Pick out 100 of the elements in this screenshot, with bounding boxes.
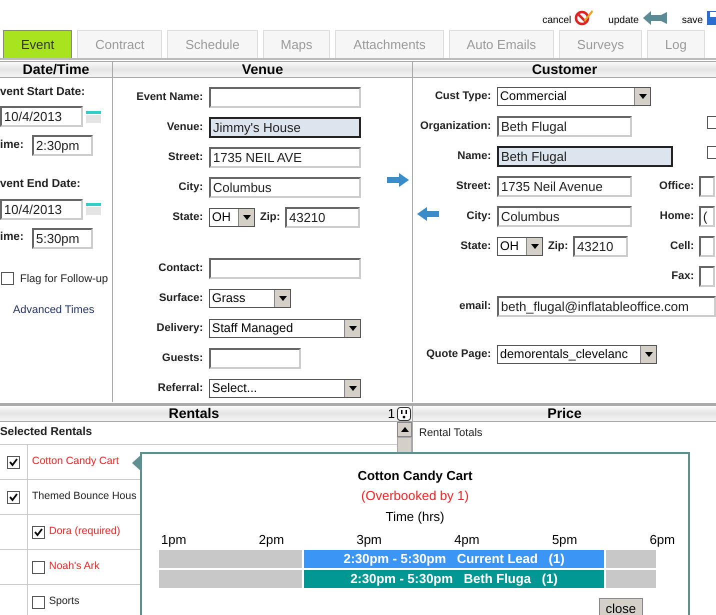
rental-item[interactable]: Themed Bounce Hous bbox=[32, 489, 136, 505]
input-field[interactable]: beth_flugal@inflatableoffice.com bbox=[497, 296, 716, 316]
field-label: email: bbox=[459, 298, 491, 314]
input-field[interactable]: 1735 Neil Avenue bbox=[497, 176, 632, 196]
field-label: State: bbox=[172, 210, 203, 225]
save-button[interactable]: save bbox=[682, 10, 716, 26]
caret-icon bbox=[238, 208, 254, 226]
rental-item[interactable]: Noah's Ark bbox=[49, 559, 100, 575]
field-label: Event Name: bbox=[136, 90, 203, 105]
tick-label: 2pm bbox=[258, 530, 284, 549]
axis-label: Time (hrs) bbox=[386, 508, 444, 526]
tick-label: 1pm bbox=[161, 530, 186, 549]
rental-item[interactable]: Cotton Candy Cart bbox=[32, 454, 119, 470]
dropdown[interactable]: Commercial bbox=[497, 86, 651, 106]
dropdown[interactable]: Select... bbox=[209, 378, 361, 398]
field-label: vent Start Date: bbox=[0, 85, 86, 100]
popup-title: Cotton Candy Cart bbox=[358, 467, 472, 485]
rental-item[interactable]: Sports bbox=[49, 594, 80, 610]
field-label: ime: bbox=[0, 138, 25, 154]
input-field[interactable]: Columbus bbox=[209, 176, 361, 198]
left-arrow-icon[interactable] bbox=[417, 207, 439, 221]
input-field[interactable]: 5:30pm bbox=[32, 228, 93, 248]
field-label: Name: bbox=[457, 148, 491, 164]
input-field[interactable]: Columbus bbox=[497, 206, 632, 226]
dropdown[interactable]: OH bbox=[209, 208, 255, 226]
input-field[interactable] bbox=[209, 258, 361, 278]
tick-label: 6pm bbox=[650, 530, 675, 549]
cancel-icon bbox=[574, 8, 594, 26]
field-label: Quote Page: bbox=[426, 346, 491, 362]
caret-icon bbox=[344, 320, 360, 336]
checkbox-label: Flag for Follow-up bbox=[20, 272, 108, 286]
tick-label: 3pm bbox=[356, 530, 382, 549]
input-field[interactable] bbox=[699, 266, 715, 286]
caret-icon bbox=[640, 346, 656, 362]
scroll-up-icon[interactable] bbox=[400, 427, 408, 432]
field-label: Organization: bbox=[420, 118, 491, 134]
field-label: Delivery: bbox=[156, 320, 203, 336]
input-field[interactable]: 10/4/2013 bbox=[0, 198, 83, 220]
input-field[interactable] bbox=[699, 236, 715, 256]
overbooked-label: (Overbooked by 1) bbox=[361, 486, 469, 505]
rental-totals-label: Rental Totals bbox=[418, 426, 484, 442]
section-header: Customer bbox=[413, 61, 716, 78]
dropdown[interactable]: demorentals_clevelanc bbox=[497, 344, 657, 364]
section-header: Venue bbox=[113, 61, 412, 78]
checkbox[interactable] bbox=[7, 456, 20, 468]
update-button[interactable]: update bbox=[608, 10, 668, 26]
input-field[interactable] bbox=[209, 348, 301, 368]
field-label: Cell: bbox=[669, 238, 695, 254]
checkbox[interactable] bbox=[32, 596, 45, 608]
dropdown[interactable]: OH bbox=[497, 236, 543, 256]
tick-label: 4pm bbox=[454, 530, 480, 549]
timeline-gap bbox=[606, 570, 656, 588]
field-label: Guests: bbox=[162, 350, 203, 366]
booking-bar: 2:30pm - 5:30pm Current Lead (1) bbox=[304, 550, 604, 568]
booking-bar: 2:30pm - 5:30pm Beth Fluga (1) bbox=[304, 570, 604, 588]
field-label: Surface: bbox=[158, 290, 203, 306]
dropdown[interactable]: Grass bbox=[209, 288, 291, 308]
input-field[interactable]: Jimmy's House bbox=[209, 116, 361, 138]
rental-item[interactable]: Dora (required) bbox=[49, 524, 120, 540]
input-field[interactable]: 43210 bbox=[573, 236, 628, 256]
input-field[interactable]: 2:30pm bbox=[32, 135, 93, 156]
field-label: Fax: bbox=[670, 268, 695, 284]
advanced-times-link[interactable]: Advanced Times bbox=[13, 302, 94, 318]
caret-icon bbox=[274, 290, 290, 306]
field-label: State: bbox=[460, 238, 491, 254]
caret-icon bbox=[526, 238, 542, 254]
input-field[interactable]: Beth Flugal bbox=[497, 146, 673, 166]
section-header: Price bbox=[413, 405, 716, 422]
field-label: Contact: bbox=[158, 260, 203, 276]
close-button[interactable]: close bbox=[598, 598, 643, 615]
list-heading: Selected Rentals bbox=[0, 422, 397, 445]
input-field[interactable]: Beth Flugal bbox=[497, 116, 632, 136]
checkbox[interactable] bbox=[32, 526, 45, 538]
checkbox[interactable] bbox=[7, 490, 20, 504]
field-label: ime: bbox=[0, 230, 25, 246]
input-field[interactable]: ( bbox=[699, 206, 715, 226]
tab[interactable]: Event bbox=[3, 30, 72, 58]
timeline-gap bbox=[606, 550, 656, 568]
dropdown[interactable]: Staff Managed bbox=[209, 318, 361, 338]
cancel-button[interactable]: cancel bbox=[542, 8, 594, 26]
input-field[interactable]: 1735 NEIL AVE bbox=[209, 146, 361, 168]
field-label: Office: bbox=[659, 178, 695, 194]
section-header: Rentals bbox=[168, 404, 220, 423]
field-label: City: bbox=[466, 208, 491, 224]
right-arrow-icon[interactable] bbox=[387, 173, 409, 187]
field-label: Home: bbox=[659, 208, 695, 224]
rental-count: 1 bbox=[388, 404, 396, 423]
input-field[interactable]: 43210 bbox=[285, 206, 360, 228]
field-label: vent End Date: bbox=[0, 177, 82, 192]
arrow-icon bbox=[642, 10, 668, 26]
input-field[interactable]: 10/4/2013 bbox=[0, 106, 83, 128]
field-label: Referral: bbox=[158, 380, 203, 396]
field-label: Street: bbox=[168, 150, 203, 165]
checkbox[interactable] bbox=[1, 272, 14, 286]
input-field[interactable] bbox=[699, 176, 715, 196]
outlet-icon[interactable] bbox=[397, 406, 411, 420]
field-label: Cust Type: bbox=[434, 88, 491, 104]
input-field[interactable] bbox=[209, 86, 361, 108]
caret-icon bbox=[634, 88, 650, 104]
checkbox[interactable] bbox=[32, 560, 45, 574]
